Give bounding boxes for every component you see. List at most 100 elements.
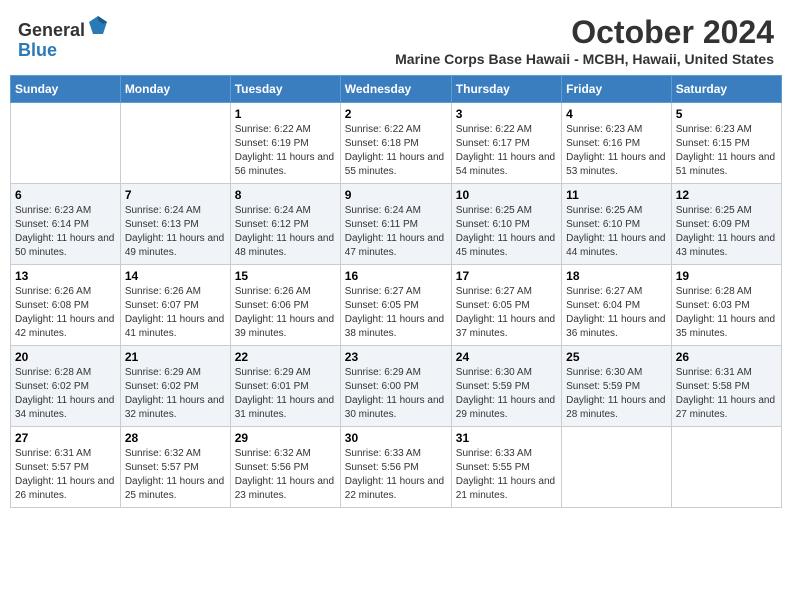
day-number: 1 <box>235 107 336 121</box>
day-number: 22 <box>235 350 336 364</box>
day-number: 14 <box>125 269 226 283</box>
day-info: Sunrise: 6:32 AMSunset: 5:56 PMDaylight:… <box>235 447 336 503</box>
logo-general-text: General <box>18 20 85 40</box>
day-cell-21: 21 Sunrise: 6:29 AMSunset: 6:02 PMDayligh… <box>120 346 230 427</box>
day-info: Sunrise: 6:27 AMSunset: 6:04 PMDaylight:… <box>566 285 667 341</box>
day-info: Sunrise: 6:30 AMSunset: 5:59 PMDaylight:… <box>456 366 557 422</box>
day-number: 6 <box>15 188 116 202</box>
empty-cell <box>562 427 672 508</box>
day-cell-1: 1 Sunrise: 6:22 AMSunset: 6:19 PMDaylight… <box>230 103 340 184</box>
day-cell-14: 14 Sunrise: 6:26 AMSunset: 6:07 PMDayligh… <box>120 265 230 346</box>
day-number: 26 <box>676 350 777 364</box>
weekday-header-tuesday: Tuesday <box>230 76 340 103</box>
day-info: Sunrise: 6:25 AMSunset: 6:10 PMDaylight:… <box>456 204 557 260</box>
day-cell-8: 8 Sunrise: 6:24 AMSunset: 6:12 PMDaylight… <box>230 184 340 265</box>
day-number: 3 <box>456 107 557 121</box>
day-number: 2 <box>345 107 447 121</box>
day-number: 18 <box>566 269 667 283</box>
week-row-3: 13 Sunrise: 6:26 AMSunset: 6:08 PMDayligh… <box>11 265 782 346</box>
day-info: Sunrise: 6:32 AMSunset: 5:57 PMDaylight:… <box>125 447 226 503</box>
title-block: October 2024 Marine Corps Base Hawaii - … <box>395 14 774 67</box>
day-info: Sunrise: 6:23 AMSunset: 6:15 PMDaylight:… <box>676 123 777 179</box>
day-cell-15: 15 Sunrise: 6:26 AMSunset: 6:06 PMDayligh… <box>230 265 340 346</box>
day-number: 13 <box>15 269 116 283</box>
day-cell-16: 16 Sunrise: 6:27 AMSunset: 6:05 PMDayligh… <box>340 265 451 346</box>
day-info: Sunrise: 6:22 AMSunset: 6:17 PMDaylight:… <box>456 123 557 179</box>
week-row-4: 20Sunrise: 6:28 AMSunset: 6:02 PMDayligh… <box>11 346 782 427</box>
weekday-header-row: SundayMondayTuesdayWednesdayThursdayFrid… <box>11 76 782 103</box>
day-info: Sunrise: 6:22 AMSunset: 6:19 PMDaylight:… <box>235 123 336 179</box>
day-cell-9: 9Sunrise: 6:24 AMSunset: 6:11 PMDaylight… <box>340 184 451 265</box>
day-cell-31: 31 Sunrise: 6:33 AMSunset: 5:55 PMDayligh… <box>451 427 561 508</box>
day-cell-4: 4Sunrise: 6:23 AMSunset: 6:16 PMDaylight… <box>562 103 672 184</box>
day-info: Sunrise: 6:25 AMSunset: 6:10 PMDaylight:… <box>566 204 667 260</box>
day-number: 30 <box>345 431 447 445</box>
empty-cell <box>671 427 781 508</box>
day-info: Sunrise: 6:26 AMSunset: 6:06 PMDaylight:… <box>235 285 336 341</box>
day-cell-5: 5Sunrise: 6:23 AMSunset: 6:15 PMDaylight… <box>671 103 781 184</box>
day-number: 8 <box>235 188 336 202</box>
day-number: 12 <box>676 188 777 202</box>
logo: General Blue <box>18 14 109 61</box>
day-number: 17 <box>456 269 557 283</box>
week-row-1: 1 Sunrise: 6:22 AMSunset: 6:19 PMDaylight… <box>11 103 782 184</box>
week-row-2: 6 Sunrise: 6:23 AMSunset: 6:14 PMDaylight… <box>11 184 782 265</box>
page-header: General Blue October 2024 Marine Corps B… <box>10 10 782 71</box>
calendar-subtitle: Marine Corps Base Hawaii - MCBH, Hawaii,… <box>395 51 774 67</box>
day-number: 16 <box>345 269 447 283</box>
day-number: 4 <box>566 107 667 121</box>
day-info: Sunrise: 6:29 AMSunset: 6:00 PMDaylight:… <box>345 366 447 422</box>
day-cell-28: 28 Sunrise: 6:32 AMSunset: 5:57 PMDayligh… <box>120 427 230 508</box>
day-info: Sunrise: 6:26 AMSunset: 6:08 PMDaylight:… <box>15 285 116 341</box>
empty-cell <box>11 103 121 184</box>
day-cell-2: 2 Sunrise: 6:22 AMSunset: 6:18 PMDaylight… <box>340 103 451 184</box>
day-cell-24: 24 Sunrise: 6:30 AMSunset: 5:59 PMDayligh… <box>451 346 561 427</box>
day-number: 21 <box>125 350 226 364</box>
week-row-5: 27Sunrise: 6:31 AMSunset: 5:57 PMDayligh… <box>11 427 782 508</box>
day-cell-19: 19Sunrise: 6:28 AMSunset: 6:03 PMDayligh… <box>671 265 781 346</box>
day-number: 9 <box>345 188 447 202</box>
day-cell-23: 23 Sunrise: 6:29 AMSunset: 6:00 PMDayligh… <box>340 346 451 427</box>
day-cell-3: 3 Sunrise: 6:22 AMSunset: 6:17 PMDaylight… <box>451 103 561 184</box>
day-number: 24 <box>456 350 557 364</box>
day-info: Sunrise: 6:23 AMSunset: 6:14 PMDaylight:… <box>15 204 116 260</box>
empty-cell <box>120 103 230 184</box>
day-number: 10 <box>456 188 557 202</box>
day-info: Sunrise: 6:28 AMSunset: 6:02 PMDaylight:… <box>15 366 116 422</box>
day-info: Sunrise: 6:27 AMSunset: 6:05 PMDaylight:… <box>456 285 557 341</box>
weekday-header-saturday: Saturday <box>671 76 781 103</box>
weekday-header-thursday: Thursday <box>451 76 561 103</box>
day-info: Sunrise: 6:33 AMSunset: 5:56 PMDaylight:… <box>345 447 447 503</box>
day-cell-30: 30 Sunrise: 6:33 AMSunset: 5:56 PMDayligh… <box>340 427 451 508</box>
logo-blue-text: Blue <box>18 40 57 60</box>
day-number: 31 <box>456 431 557 445</box>
day-info: Sunrise: 6:24 AMSunset: 6:12 PMDaylight:… <box>235 204 336 260</box>
day-info: Sunrise: 6:27 AMSunset: 6:05 PMDaylight:… <box>345 285 447 341</box>
logo-icon <box>87 14 109 36</box>
day-info: Sunrise: 6:22 AMSunset: 6:18 PMDaylight:… <box>345 123 447 179</box>
day-number: 29 <box>235 431 336 445</box>
day-cell-18: 18 Sunrise: 6:27 AMSunset: 6:04 PMDayligh… <box>562 265 672 346</box>
day-info: Sunrise: 6:25 AMSunset: 6:09 PMDaylight:… <box>676 204 777 260</box>
day-cell-25: 25Sunrise: 6:30 AMSunset: 5:59 PMDayligh… <box>562 346 672 427</box>
weekday-header-monday: Monday <box>120 76 230 103</box>
day-cell-12: 12 Sunrise: 6:25 AMSunset: 6:09 PMDayligh… <box>671 184 781 265</box>
day-cell-11: 11 Sunrise: 6:25 AMSunset: 6:10 PMDayligh… <box>562 184 672 265</box>
day-number: 11 <box>566 188 667 202</box>
day-number: 15 <box>235 269 336 283</box>
day-number: 23 <box>345 350 447 364</box>
day-number: 28 <box>125 431 226 445</box>
day-info: Sunrise: 6:28 AMSunset: 6:03 PMDaylight:… <box>676 285 777 341</box>
day-cell-17: 17 Sunrise: 6:27 AMSunset: 6:05 PMDayligh… <box>451 265 561 346</box>
day-info: Sunrise: 6:30 AMSunset: 5:59 PMDaylight:… <box>566 366 667 422</box>
day-cell-6: 6 Sunrise: 6:23 AMSunset: 6:14 PMDaylight… <box>11 184 121 265</box>
day-info: Sunrise: 6:33 AMSunset: 5:55 PMDaylight:… <box>456 447 557 503</box>
day-cell-13: 13 Sunrise: 6:26 AMSunset: 6:08 PMDayligh… <box>11 265 121 346</box>
day-cell-7: 7Sunrise: 6:24 AMSunset: 6:13 PMDaylight… <box>120 184 230 265</box>
day-cell-10: 10 Sunrise: 6:25 AMSunset: 6:10 PMDayligh… <box>451 184 561 265</box>
weekday-header-wednesday: Wednesday <box>340 76 451 103</box>
day-info: Sunrise: 6:26 AMSunset: 6:07 PMDaylight:… <box>125 285 226 341</box>
day-cell-22: 22Sunrise: 6:29 AMSunset: 6:01 PMDayligh… <box>230 346 340 427</box>
day-info: Sunrise: 6:29 AMSunset: 6:02 PMDaylight:… <box>125 366 226 422</box>
day-number: 7 <box>125 188 226 202</box>
